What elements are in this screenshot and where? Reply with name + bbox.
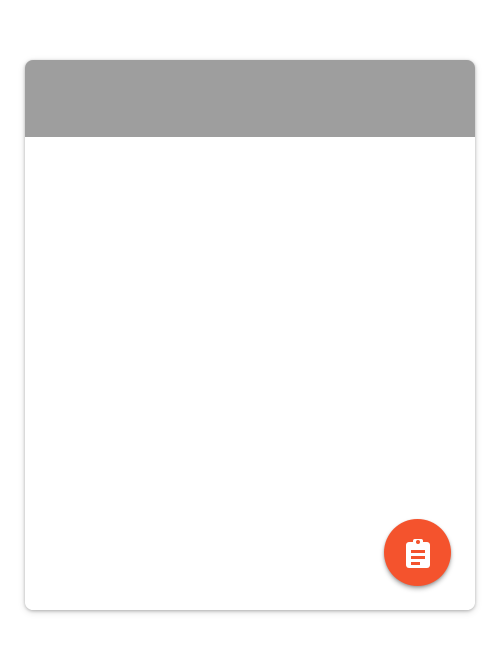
card (25, 60, 475, 610)
page (0, 0, 500, 670)
card-header (25, 60, 475, 137)
clipboard-icon (405, 538, 430, 568)
clipboard-fab-button[interactable] (384, 519, 451, 586)
